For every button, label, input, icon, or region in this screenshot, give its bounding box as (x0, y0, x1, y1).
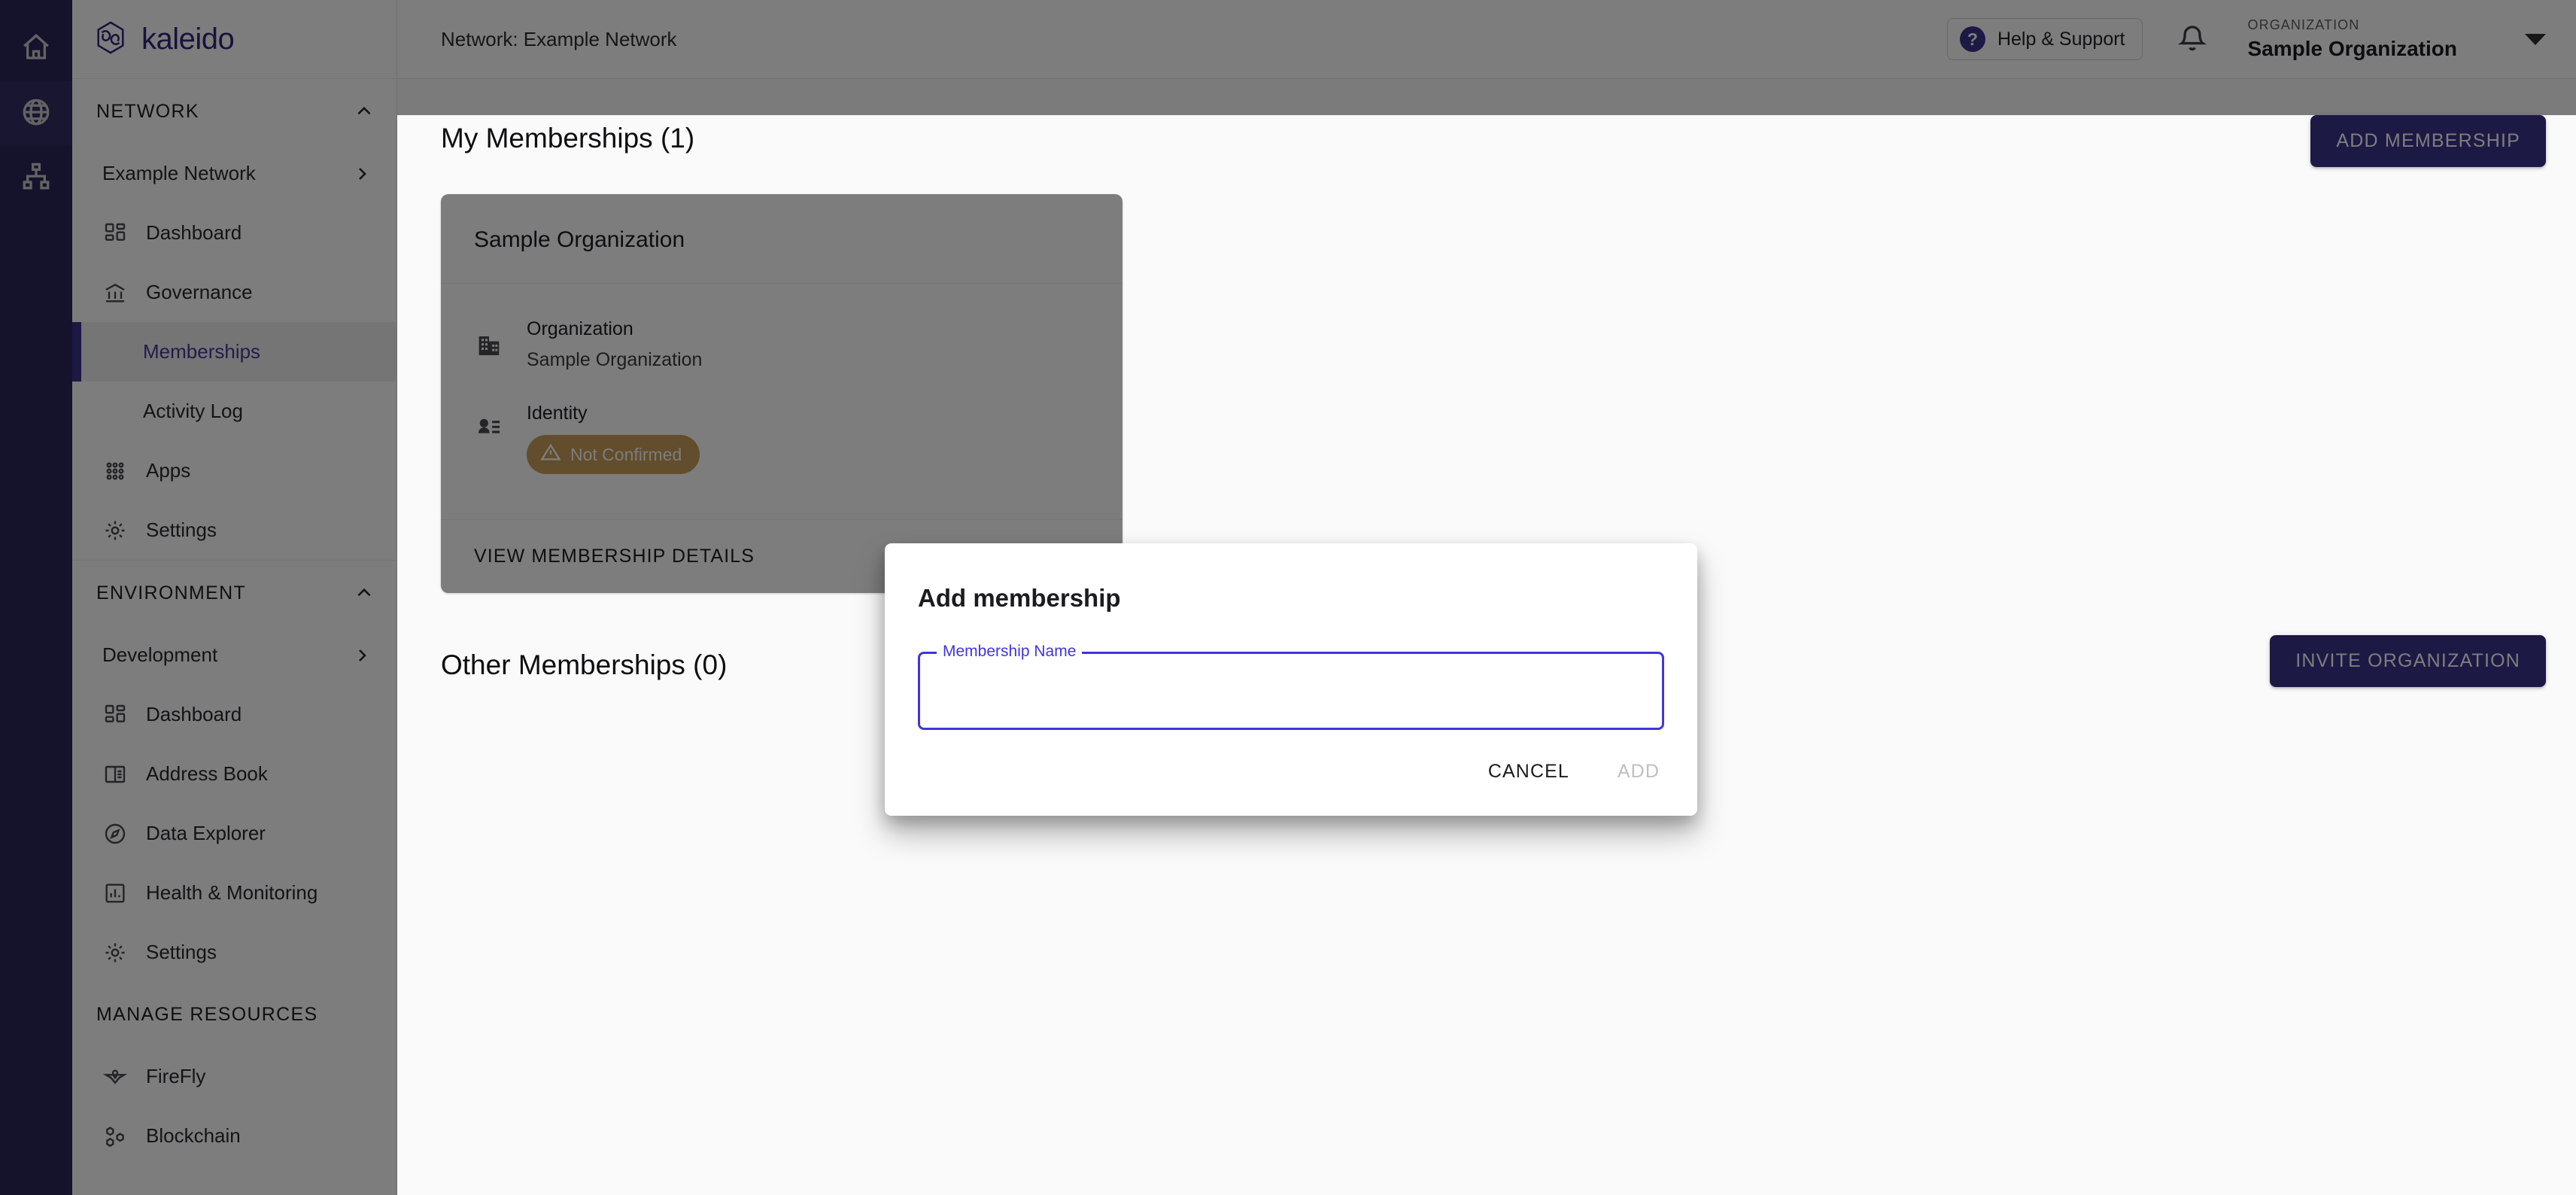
cancel-button[interactable]: CANCEL (1484, 755, 1574, 789)
dialog-title: Add membership (918, 584, 1121, 612)
dialog-actions: CANCEL ADD (1484, 755, 1664, 789)
membership-name-input[interactable] (920, 654, 1662, 728)
add-button[interactable]: ADD (1613, 755, 1664, 789)
membership-name-field[interactable]: Membership Name (918, 643, 1664, 730)
app-root: kaleido NETWORK Example Network Dashboar… (0, 0, 2576, 1195)
add-membership-dialog: Add membership Membership Name CANCEL AD… (885, 543, 1697, 816)
